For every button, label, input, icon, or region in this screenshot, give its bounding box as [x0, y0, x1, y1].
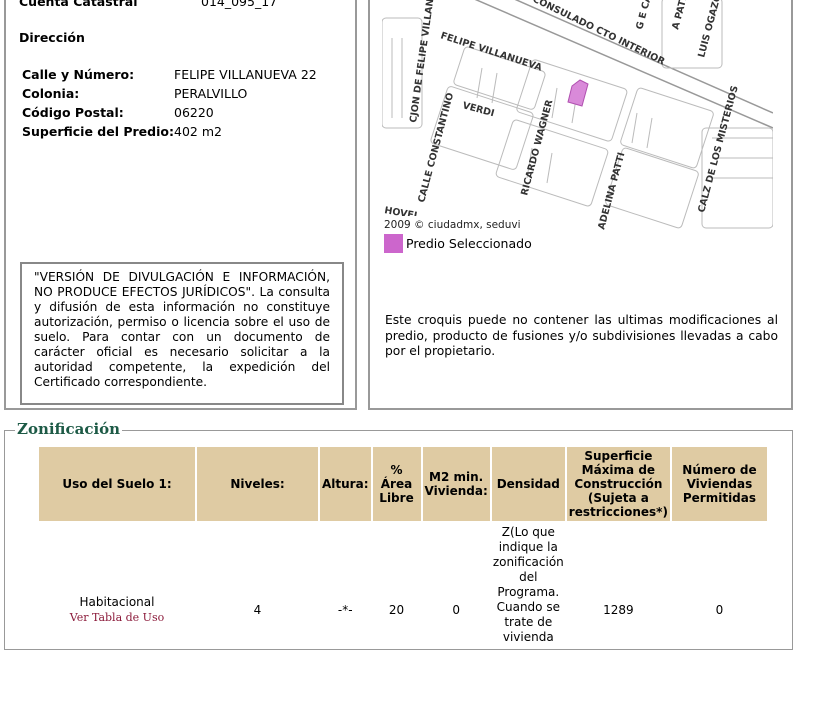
header-num-viviendas: Número de Viviendas Permitidas [671, 447, 767, 521]
superficie-label: Superficie del Predio: [22, 124, 174, 139]
cuenta-label: Cuenta Catastral [19, 0, 138, 9]
street-label: ADELINA PATTI [596, 151, 627, 231]
header-m2-min: M2 min. Vivienda: [422, 447, 490, 521]
cell-uso: Habitacional Ver Tabla de Uso [39, 523, 195, 723]
header-area-libre: % Área Libre [372, 447, 421, 521]
cadastral-map[interactable]: CONSULADO CTO INTERIOR FELIPE VILLANUEVA… [382, 0, 773, 233]
predio-legend-swatch [384, 234, 403, 253]
cell-area-libre: 20 [388, 603, 405, 617]
legal-notice: "VERSIÓN DE DIVULGACIÓN E INFORMACIÓN, N… [20, 262, 344, 405]
header-uso: Uso del Suelo 1: [39, 447, 195, 521]
header-niveles: Niveles: [197, 447, 318, 521]
cell-altura: -*- [337, 603, 353, 617]
uso-value: Habitacional [79, 595, 155, 609]
street-label: LUIS OGAZO [696, 0, 724, 59]
table-header-row: Uso del Suelo 1: Niveles: Altura: % Área… [39, 447, 767, 521]
zonificacion-table: Uso del Suelo 1: Niveles: Altura: % Área… [37, 445, 769, 725]
cell-superficie-max: 1289 [603, 603, 634, 617]
superficie-value: 402 m2 [174, 124, 222, 139]
ver-tabla-de-uso-link[interactable]: Ver Tabla de Uso [39, 610, 195, 625]
cell-densidad: Z(Lo que indique la zonificación del Pro… [492, 525, 564, 644]
colonia-label: Colonia: [22, 86, 80, 101]
street-label: FELIPE VILLANUEVA [439, 30, 544, 73]
zonificacion-title: Zonificación [15, 420, 123, 438]
header-densidad: Densidad [491, 447, 565, 521]
predio-legend-label: Predio Seleccionado [406, 236, 532, 251]
header-superficie-max: Superficie Máxima de Construcción (Sujet… [566, 447, 670, 521]
cell-m2-min: 0 [452, 603, 460, 617]
cuenta-value: 014_095_17 [201, 0, 278, 9]
croquis-note: Este croquis puede no contener las ultim… [385, 313, 778, 358]
street-label: RICARDO WAGNER [519, 98, 555, 197]
cp-label: Código Postal: [22, 105, 124, 120]
header-altura: Altura: [320, 447, 371, 521]
street-label: A PATI [670, 0, 689, 31]
colonia-value: PERALVILLO [174, 86, 248, 101]
predio-info-panel: Cuenta Catastral 014_095_17 Dirección Ca… [4, 0, 357, 410]
zonificacion-section: Zonificación Uso del Suelo 1: Niveles: A… [4, 420, 793, 650]
map-copyright: 2009 © ciudadmx, seduvi [384, 219, 521, 231]
street-label: VERDI [461, 100, 495, 119]
cp-value: 06220 [174, 105, 214, 120]
calle-label: Calle y Número: [22, 67, 135, 82]
calle-value: FELIPE VILLANUEVA 22 [174, 67, 317, 82]
map-panel: CONSULADO CTO INTERIOR FELIPE VILLANUEVA… [368, 0, 793, 410]
map-graphic: CONSULADO CTO INTERIOR FELIPE VILLANUEVA… [382, 0, 773, 233]
cell-num-viviendas: 0 [715, 603, 724, 617]
street-label: G E CA [634, 0, 654, 31]
table-row: Habitacional Ver Tabla de Uso 4 -*- 20 0 … [39, 523, 767, 723]
cell-niveles: 4 [253, 603, 262, 617]
direccion-heading: Dirección [19, 30, 85, 45]
